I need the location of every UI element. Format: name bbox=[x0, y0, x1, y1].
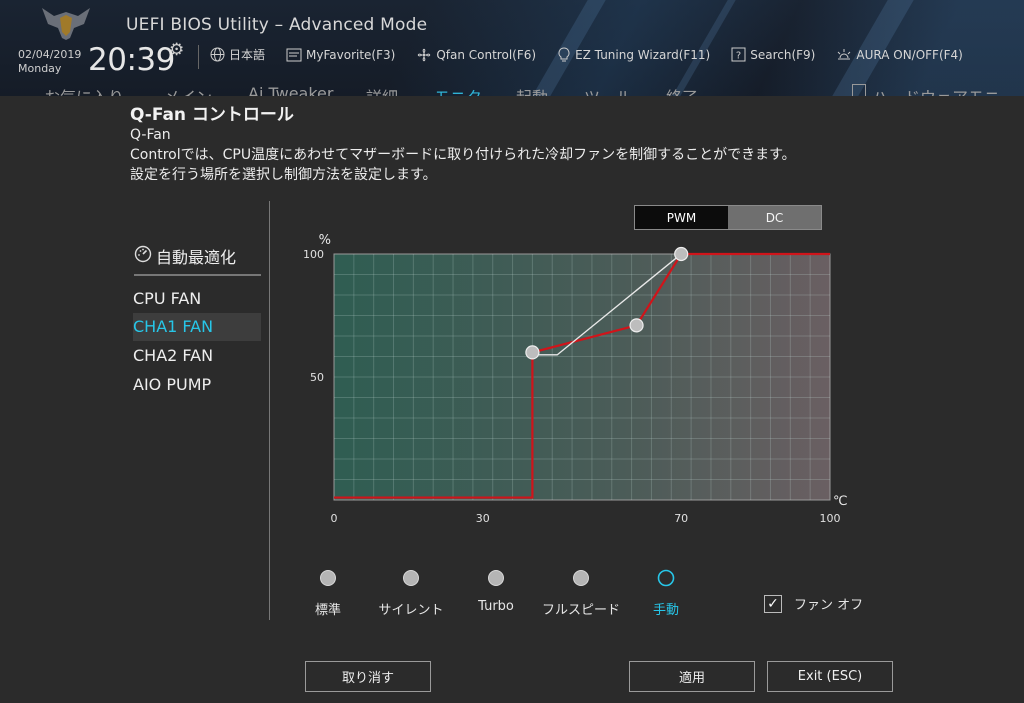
fan-off-checkbox[interactable]: ✓ bbox=[764, 594, 782, 613]
desc-line-3: 設定を行う場所を選択し制御方法を設定します。 bbox=[130, 167, 437, 183]
fan-off-label: ファン オフ bbox=[794, 598, 864, 613]
aura-icon bbox=[838, 49, 851, 60]
fan-item-aio-pump[interactable]: AIO PUMP bbox=[133, 371, 261, 399]
preset-label[interactable]: 手動 bbox=[653, 599, 679, 618]
main-menu: お気に入り メイン Ai Tweaker 詳細 モニタ 起動 ツール 終了 ハー… bbox=[0, 84, 1024, 96]
curve-control-point[interactable] bbox=[674, 246, 689, 262]
qfan-control-label: Qfan Control(F6) bbox=[436, 47, 537, 62]
preset-label[interactable]: 標準 bbox=[315, 599, 341, 618]
monitor-icon bbox=[852, 84, 866, 96]
preset-knob[interactable] bbox=[320, 570, 336, 586]
search-icon: ? bbox=[731, 47, 746, 62]
menu-main[interactable]: メイン bbox=[164, 84, 212, 96]
preset-label[interactable]: フルスピード bbox=[542, 599, 620, 618]
preset-knob[interactable] bbox=[488, 570, 504, 586]
desc-line-2: Controlでは、CPU温度にあわせてマザーボードに取り付けられた冷却ファンを… bbox=[130, 147, 796, 163]
menu-favorite[interactable]: お気に入り bbox=[44, 84, 124, 96]
svg-text:?: ? bbox=[736, 51, 741, 62]
toolbar: 日本語 MyFavorite(F3) Qfan Control(F6) EZ T… bbox=[210, 46, 984, 63]
hardware-monitor-label: ハードウェアモニ bbox=[872, 88, 1000, 96]
date-display: 02/04/2019 Monday bbox=[18, 48, 81, 76]
fan-item-cpu[interactable]: CPU FAN bbox=[133, 285, 261, 313]
fan-icon bbox=[418, 48, 431, 61]
x-tick-label: 100 bbox=[820, 512, 841, 525]
date-text: 02/04/2019 bbox=[18, 48, 82, 61]
menu-advanced[interactable]: 詳細 bbox=[366, 84, 398, 96]
menu-tool[interactable]: ツール bbox=[584, 84, 632, 96]
x-tick-label: 0 bbox=[331, 512, 338, 525]
x-tick-label: 70 bbox=[674, 512, 688, 525]
x-tick-label: 30 bbox=[476, 512, 490, 525]
y-axis-label: % bbox=[319, 233, 331, 248]
dc-option[interactable]: DC bbox=[728, 206, 821, 229]
app-title: UEFI BIOS Utility – Advanced Mode bbox=[126, 15, 428, 35]
fan-curve-chart[interactable]: 0 30 70 100 50 100% ℃ bbox=[296, 228, 856, 528]
tuf-logo-icon bbox=[42, 8, 90, 40]
desc-line-1: Q-Fan bbox=[130, 127, 171, 143]
menu-monitor[interactable]: モニタ bbox=[434, 84, 482, 96]
language-label: 日本語 bbox=[229, 48, 266, 62]
fan-off-option[interactable]: ✓ ファン オフ bbox=[764, 594, 863, 613]
gauge-icon bbox=[134, 245, 152, 263]
preset-knob[interactable] bbox=[403, 570, 419, 586]
myfavorite-button[interactable]: MyFavorite(F3) bbox=[286, 46, 395, 63]
y-tick-label: 50 bbox=[310, 371, 324, 384]
menu-ai-tweaker[interactable]: Ai Tweaker bbox=[248, 84, 333, 96]
day-text: Monday bbox=[18, 62, 62, 75]
menu-boot[interactable]: 起動 bbox=[516, 84, 548, 96]
preset-label[interactable]: サイレント bbox=[378, 599, 443, 618]
search-button[interactable]: ? Search(F9) bbox=[731, 46, 815, 63]
fan-item-cha1[interactable]: CHA1 FAN bbox=[133, 313, 261, 341]
myfavorite-label: MyFavorite(F3) bbox=[306, 47, 396, 62]
bulb-icon bbox=[558, 46, 570, 61]
fan-item-cha2[interactable]: CHA2 FAN bbox=[133, 342, 261, 370]
cancel-button[interactable]: 取り消す bbox=[305, 661, 431, 692]
clock-time: 20:39 bbox=[88, 42, 175, 78]
language-button[interactable]: 日本語 bbox=[210, 46, 265, 63]
globe-icon bbox=[210, 47, 225, 62]
pwm-option[interactable]: PWM bbox=[635, 206, 728, 229]
favorite-icon bbox=[286, 48, 302, 61]
pwm-dc-toggle: PWM DC bbox=[634, 205, 822, 230]
exit-button[interactable]: Exit (ESC) bbox=[767, 661, 893, 692]
auto-optimize-label: 自動最適化 bbox=[156, 248, 237, 267]
curve-control-point[interactable] bbox=[629, 318, 644, 333]
clock-settings-icon[interactable]: ⚙ bbox=[169, 40, 184, 60]
aura-toggle-button[interactable]: AURA ON/OFF(F4) bbox=[836, 46, 963, 63]
preset-knob[interactable] bbox=[657, 569, 675, 587]
auto-optimize-button[interactable]: 自動最適化 bbox=[134, 244, 261, 276]
dialog-title: Q-Fan コントロール bbox=[130, 105, 294, 125]
hardware-monitor-tab[interactable]: ハードウェアモニ bbox=[852, 84, 1000, 96]
apply-button[interactable]: 適用 bbox=[629, 661, 755, 692]
panel-divider bbox=[269, 201, 270, 620]
header-bar: UEFI BIOS Utility – Advanced Mode 02/04/… bbox=[0, 0, 1024, 96]
preset-knob[interactable] bbox=[573, 570, 589, 586]
header-divider bbox=[198, 45, 199, 69]
ez-tuning-wizard-label: EZ Tuning Wizard(F11) bbox=[575, 47, 711, 62]
qfan-control-button[interactable]: Qfan Control(F6) bbox=[416, 46, 536, 63]
curve-control-point[interactable] bbox=[525, 345, 540, 360]
aura-label: AURA ON/OFF(F4) bbox=[856, 47, 963, 62]
dialog-description: Q-Fan Controlでは、CPU温度にあわせてマザーボードに取り付けられた… bbox=[130, 125, 796, 185]
search-label: Search(F9) bbox=[750, 47, 816, 62]
y-tick-label: 100 bbox=[303, 248, 324, 261]
menu-exit[interactable]: 終了 bbox=[666, 84, 698, 96]
x-axis-label: ℃ bbox=[833, 494, 848, 509]
preset-label[interactable]: Turbo bbox=[478, 599, 514, 614]
ez-tuning-wizard-button[interactable]: EZ Tuning Wizard(F11) bbox=[557, 46, 710, 63]
